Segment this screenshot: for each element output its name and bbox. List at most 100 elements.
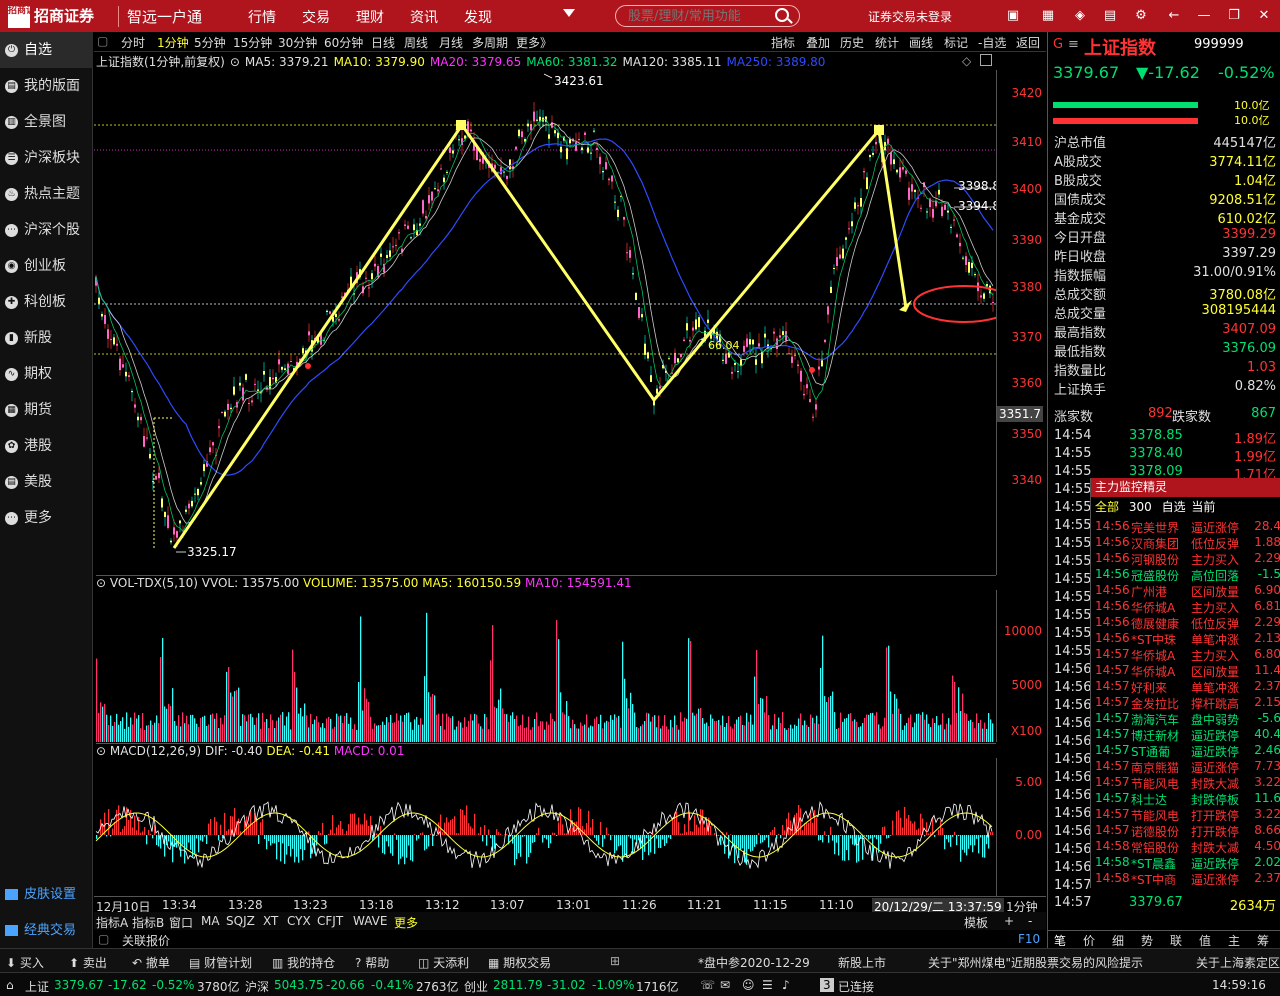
close-icon[interactable]: ✕ xyxy=(1256,8,1272,24)
period-tab-more[interactable]: 更多》 xyxy=(516,34,552,51)
tool-back[interactable]: 返回 xyxy=(1016,34,1040,51)
minimize-icon[interactable]: — xyxy=(1196,8,1212,24)
tool-overlay[interactable]: 叠加 xyxy=(806,34,830,51)
tab-indicator-b[interactable]: 指标B xyxy=(132,914,164,931)
sh-index-label[interactable]: 上证 xyxy=(25,978,49,995)
news-ticker-item[interactable]: 关于"郑州煤电"近期股票交易的风险提示 xyxy=(928,954,1143,971)
tab-value[interactable]: 值 xyxy=(1199,932,1211,949)
tab-ma[interactable]: MA xyxy=(201,914,220,928)
monitor-row[interactable]: 14:57 好利来 单笔冲涨 2.37 xyxy=(1095,679,1280,695)
monitor-row[interactable]: 14:57 华侨城A 主力买入 6.80 xyxy=(1095,647,1280,663)
tool-indicator[interactable]: 指标 xyxy=(771,34,795,51)
tab-price[interactable]: 价 xyxy=(1083,932,1095,949)
menu-wealth[interactable]: 理财 xyxy=(356,7,384,27)
skin-settings-button[interactable]: 皮肤设置 xyxy=(0,880,93,910)
back-arrow-icon[interactable]: ← xyxy=(1166,8,1182,24)
sidebar-item-hot-topics[interactable]: ♨ 热点主题 xyxy=(0,176,93,212)
tool-history[interactable]: 历史 xyxy=(840,34,864,51)
tab-trend[interactable]: 势 xyxy=(1141,932,1153,949)
sidebar-item-panorama[interactable]: ▥ 全景图 xyxy=(0,104,93,140)
search-icon[interactable] xyxy=(775,8,789,22)
monitor-row[interactable]: 14:56 *ST中珠 单笔冲涨 2.13 xyxy=(1095,631,1280,647)
volume-chart[interactable] xyxy=(94,590,996,742)
wealth-plan-button[interactable]: ▤ 财管计划 xyxy=(189,954,252,971)
tab-wave[interactable]: WAVE xyxy=(353,914,387,928)
tab-tick[interactable]: 笔 xyxy=(1054,932,1066,949)
news-ticker-item[interactable]: 新股上市 xyxy=(838,954,886,971)
sidebar-item-us[interactable]: ▤ 美股 xyxy=(0,464,93,500)
f10-button[interactable]: F10 xyxy=(1018,932,1040,946)
options-trade-button[interactable]: ▦ 期权交易 xyxy=(488,954,551,971)
monitor-row[interactable]: 14:56 冠盛股份 高位回落 -1.5 xyxy=(1095,567,1280,583)
monitor-row[interactable]: 14:56 广州港 区间放量 6.90 xyxy=(1095,583,1280,599)
add-ticker-icon[interactable]: ⊞ xyxy=(610,954,620,968)
monitor-row[interactable]: 14:57 诺德股份 打开跌停 8.66 xyxy=(1095,823,1280,839)
monitor-row[interactable]: 14:57 ST通葡 逼近跌停 2.46 xyxy=(1095,743,1280,759)
monitor-row[interactable]: 14:58 *ST晨鑫 逼近跌停 2.02 xyxy=(1095,855,1280,871)
tab-chips[interactable]: 筹 xyxy=(1257,932,1269,949)
filter-watchlist[interactable]: 自选 xyxy=(1162,500,1186,514)
monitor-row[interactable]: 14:56 河钢股份 主力买入 2.29 xyxy=(1095,551,1280,567)
monitor-row[interactable]: 14:57 金发拉比 撑杆跳高 2.15 xyxy=(1095,695,1280,711)
tab-more[interactable]: 更多 xyxy=(394,914,418,931)
sidebar-item-new-stocks[interactable]: ▮ 新股 xyxy=(0,320,93,356)
restore-icon[interactable]: ❐ xyxy=(1226,8,1242,24)
period-tab-multi[interactable]: 多周期 xyxy=(472,34,508,51)
monitor-row[interactable]: 14:57 节能风电 打开跌停 3.22 xyxy=(1095,807,1280,823)
tool-statistics[interactable]: 统计 xyxy=(875,34,899,51)
tab-window[interactable]: 窗口 xyxy=(169,914,193,931)
sidebar-item-futures[interactable]: ▦ 期货 xyxy=(0,392,93,428)
filter-all[interactable]: 全部 xyxy=(1095,500,1119,514)
gear-icon[interactable]: ⚙ xyxy=(1133,8,1149,24)
news-ticker-item[interactable]: *盘中参2020-12-29 xyxy=(698,954,810,971)
sidebar-item-options[interactable]: ∿ 期权 xyxy=(0,356,93,392)
tab-sqjz[interactable]: SQJZ xyxy=(226,914,255,928)
related-checkbox-icon[interactable]: ▢ xyxy=(98,932,109,946)
template-button[interactable]: 模板 xyxy=(964,914,988,931)
period-tab-1min[interactable]: 1分钟 xyxy=(157,34,189,51)
tiantianli-button[interactable]: ◫ 天添利 xyxy=(418,954,469,971)
toolbar-checkbox-icon[interactable]: ▢ xyxy=(97,34,108,48)
monitor-row[interactable]: 14:57 节能风电 封跌大减 3.22 xyxy=(1095,775,1280,791)
search-input[interactable] xyxy=(615,5,800,27)
filter-current[interactable]: 当前 xyxy=(1191,500,1215,514)
classic-trade-button[interactable]: 经典交易 xyxy=(0,916,93,946)
monitor-row[interactable]: 14:57 渤海汽车 盘中弱势 -5.6 xyxy=(1095,711,1280,727)
cancel-order-button[interactable]: ↶ 撤单 xyxy=(132,954,170,971)
sidebar-item-my-layout[interactable]: ▤ 我的版面 xyxy=(0,68,93,104)
tab-cyx[interactable]: CYX xyxy=(287,914,311,928)
monitor-row[interactable]: 14:56 汉商集团 低位反弹 1.88 xyxy=(1095,535,1280,551)
list-icon[interactable]: ☰ xyxy=(762,978,773,992)
tab-indicator-a[interactable]: 指标A xyxy=(96,914,128,931)
sidebar-item-sectors[interactable]: ☰ 沪深板块 xyxy=(0,140,93,176)
period-tab-30min[interactable]: 30分钟 xyxy=(278,34,317,51)
period-tab-15min[interactable]: 15分钟 xyxy=(233,34,272,51)
filter-300[interactable]: 300 xyxy=(1129,500,1152,514)
status-menu-icon[interactable]: ⌂ xyxy=(6,978,14,992)
menu-dropdown-caret-icon[interactable] xyxy=(563,9,575,17)
sidebar-item-star-market[interactable]: ✚ 科创板 xyxy=(0,284,93,320)
chart-settings-icon[interactable]: ⊙ xyxy=(230,55,240,69)
related-quotes-label[interactable]: 关联报价 xyxy=(122,932,170,949)
period-tab-daily[interactable]: 日线 xyxy=(371,34,395,51)
macd-chart[interactable] xyxy=(94,758,996,896)
cube-icon[interactable]: ◈ xyxy=(1072,8,1088,24)
user-icon[interactable]: ☺ xyxy=(742,978,755,992)
sidebar-item-gem[interactable]: ◉ 创业板 xyxy=(0,248,93,284)
tab-xt[interactable]: XT xyxy=(263,914,278,928)
sidebar-item-hk[interactable]: ✿ 港股 xyxy=(0,428,93,464)
expand-chart-icon[interactable] xyxy=(980,54,992,66)
period-tab-5min[interactable]: 5分钟 xyxy=(194,34,226,51)
period-tab-weekly[interactable]: 周线 xyxy=(404,34,428,51)
zoom-out-button[interactable]: - xyxy=(1028,914,1032,928)
menu-lines-icon[interactable]: ≡ xyxy=(1068,37,1079,52)
gem-index-label[interactable]: 创业 xyxy=(464,978,488,995)
period-tab-60min[interactable]: 60分钟 xyxy=(324,34,363,51)
diamond-icon[interactable]: ◇ xyxy=(962,54,971,68)
buy-button[interactable]: ⬇ 买入 xyxy=(6,954,44,971)
sidebar-item-watchlist[interactable]: ⏻ 自选 xyxy=(0,32,93,68)
tab-cfjt[interactable]: CFJT xyxy=(317,914,343,928)
monitor-row[interactable]: 14:58 常铝股份 封跌大减 4.50 xyxy=(1095,839,1280,855)
news-ticker-item[interactable]: 关于上海素定区 xyxy=(1196,954,1280,971)
tab-detail[interactable]: 细 xyxy=(1112,932,1124,949)
